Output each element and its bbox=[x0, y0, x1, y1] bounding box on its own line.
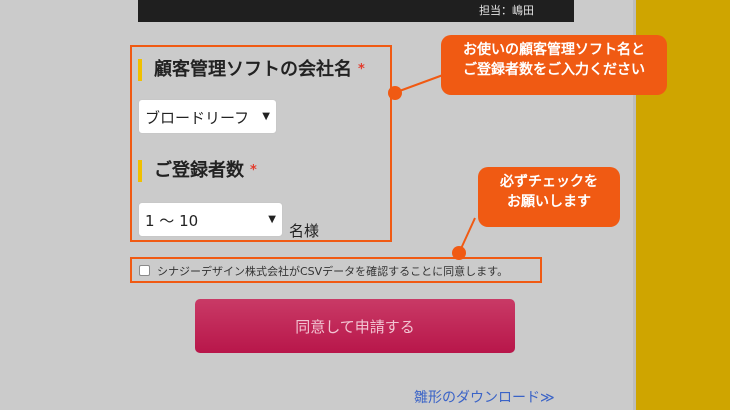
top-callout-dot bbox=[388, 86, 402, 100]
top-callout-line1: お使いの顧客管理ソフト名と bbox=[463, 42, 645, 58]
bottom-callout: 必ずチェックを お願いします bbox=[478, 167, 620, 227]
bottom-callout-line2: お願いします bbox=[507, 194, 591, 210]
bottom-callout-line1: 必ずチェックを bbox=[500, 174, 598, 190]
top-callout-line2: ご登録者数をご入力ください bbox=[463, 62, 645, 78]
bottom-callout-dot bbox=[452, 246, 466, 260]
top-callout: お使いの顧客管理ソフト名と ご登録者数をご入力ください bbox=[441, 35, 667, 95]
